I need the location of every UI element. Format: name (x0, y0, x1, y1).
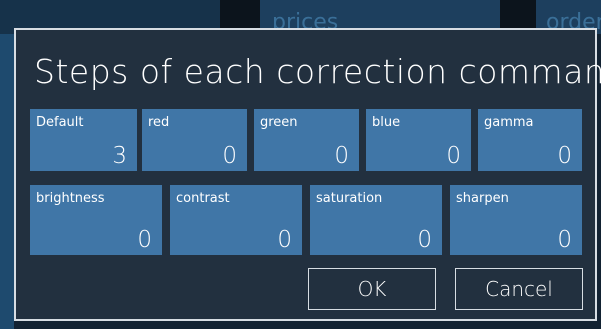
step-value: 0 (557, 143, 572, 169)
step-tile-saturation[interactable]: saturation 0 (310, 185, 442, 255)
step-label: Default (36, 115, 84, 130)
step-value: 0 (137, 227, 152, 253)
step-value: 0 (222, 143, 237, 169)
step-tile-sharpen[interactable]: sharpen 0 (450, 185, 582, 255)
dialog-title: Steps of each correction command (34, 52, 601, 91)
step-value: 0 (277, 227, 292, 253)
step-label: brightness (36, 191, 105, 206)
step-tile-contrast[interactable]: contrast 0 (170, 185, 302, 255)
step-value: 0 (446, 143, 461, 169)
step-label: blue (372, 115, 401, 130)
step-value: 0 (557, 227, 572, 253)
step-tile-red[interactable]: red 0 (142, 109, 247, 171)
step-tile-green[interactable]: green 0 (254, 109, 359, 171)
step-label: green (260, 115, 298, 130)
step-tile-blue[interactable]: blue 0 (366, 109, 471, 171)
step-value: 0 (334, 143, 349, 169)
cancel-button[interactable]: Cancel (455, 268, 583, 310)
step-value: 3 (112, 143, 127, 169)
step-label: red (148, 115, 170, 130)
step-tile-brightness[interactable]: brightness 0 (30, 185, 162, 255)
step-label: saturation (316, 191, 383, 206)
step-label: gamma (484, 115, 534, 130)
background-panel (0, 34, 14, 329)
step-label: contrast (176, 191, 230, 206)
step-value: 0 (417, 227, 432, 253)
step-label: sharpen (456, 191, 509, 206)
correction-steps-dialog: Steps of each correction command Default… (14, 28, 601, 321)
step-tile-gamma[interactable]: gamma 0 (478, 109, 582, 171)
step-tile-default[interactable]: Default 3 (30, 109, 137, 171)
ok-button[interactable]: OK (308, 268, 436, 310)
